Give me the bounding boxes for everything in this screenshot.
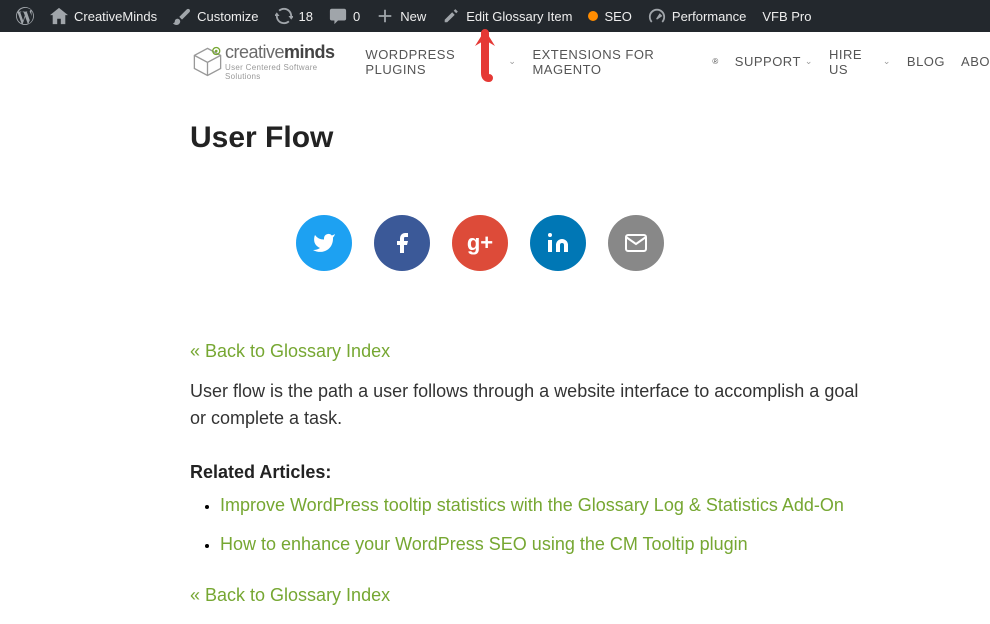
- back-to-index-bottom[interactable]: « Back to Glossary Index: [190, 585, 870, 606]
- nav-blog[interactable]: BLOG: [907, 47, 945, 77]
- page-title: User Flow: [190, 121, 870, 155]
- logo-text: creativeminds: [225, 42, 345, 63]
- facebook-icon: [390, 231, 414, 255]
- related-link[interactable]: How to enhance your WordPress SEO using …: [220, 534, 748, 554]
- share-facebook-button[interactable]: [374, 215, 430, 271]
- nav-support[interactable]: SUPPORT ⌄: [735, 47, 813, 77]
- share-email-button[interactable]: [608, 215, 664, 271]
- refresh-icon: [275, 7, 293, 25]
- main-nav: WORDPRESS PLUGINS ⌄ EXTENSIONS FOR MAGEN…: [365, 47, 990, 77]
- customize-item[interactable]: Customize: [165, 0, 266, 32]
- content-area: User Flow g+ « Back to Glossary Index Us…: [0, 91, 900, 606]
- wordpress-icon: [16, 7, 34, 25]
- nav-about[interactable]: ABO: [961, 47, 990, 77]
- share-googleplus-button[interactable]: g+: [452, 215, 508, 271]
- nav-plugins[interactable]: WORDPRESS PLUGINS ⌄: [365, 47, 516, 77]
- pencil-icon: [442, 7, 460, 25]
- comment-icon: [329, 7, 347, 25]
- wp-logo-item[interactable]: [8, 0, 42, 32]
- chevron-down-icon: ⌄: [508, 56, 516, 67]
- wp-admin-bar: CreativeMinds Customize 18 0 New Edit Gl…: [0, 0, 990, 32]
- social-share-row: g+: [90, 215, 870, 271]
- related-list: Improve WordPress tooltip statistics wit…: [190, 495, 870, 555]
- list-item: Improve WordPress tooltip statistics wit…: [220, 495, 870, 516]
- glossary-description: User flow is the path a user follows thr…: [190, 378, 870, 432]
- logo-cube-icon: [190, 44, 225, 79]
- related-heading: Related Articles:: [190, 462, 870, 483]
- vfb-item[interactable]: VFB Pro: [754, 0, 819, 32]
- edit-glossary-label: Edit Glossary Item: [466, 9, 572, 24]
- logo[interactable]: creativeminds User Centered Software Sol…: [190, 42, 345, 81]
- home-icon: [50, 7, 68, 25]
- share-linkedin-button[interactable]: [530, 215, 586, 271]
- gauge-icon: [648, 7, 666, 25]
- vfb-label: VFB Pro: [762, 9, 811, 24]
- new-item[interactable]: New: [368, 0, 434, 32]
- list-item: How to enhance your WordPress SEO using …: [220, 534, 870, 555]
- performance-item[interactable]: Performance: [640, 0, 754, 32]
- nav-magento[interactable]: EXTENSIONS FOR MAGENTO®: [532, 47, 718, 77]
- customize-label: Customize: [197, 9, 258, 24]
- twitter-icon: [312, 231, 336, 255]
- linkedin-icon: [546, 231, 570, 255]
- comments-item[interactable]: 0: [321, 0, 368, 32]
- comments-count: 0: [353, 9, 360, 24]
- share-twitter-button[interactable]: [296, 215, 352, 271]
- site-header: creativeminds User Centered Software Sol…: [0, 32, 990, 91]
- related-link[interactable]: Improve WordPress tooltip statistics wit…: [220, 495, 844, 515]
- seo-item[interactable]: SEO: [580, 0, 639, 32]
- new-label: New: [400, 9, 426, 24]
- plus-icon: [376, 7, 394, 25]
- site-name-label: CreativeMinds: [74, 9, 157, 24]
- edit-glossary-item[interactable]: Edit Glossary Item: [434, 0, 580, 32]
- back-to-index-top[interactable]: « Back to Glossary Index: [190, 341, 870, 362]
- nav-hire[interactable]: HIRE US ⌄: [829, 47, 891, 77]
- chevron-down-icon: ⌄: [805, 56, 813, 67]
- performance-label: Performance: [672, 9, 746, 24]
- googleplus-icon: g+: [467, 230, 493, 256]
- seo-label: SEO: [604, 9, 631, 24]
- site-name-item[interactable]: CreativeMinds: [42, 0, 165, 32]
- updates-count: 18: [299, 9, 313, 24]
- updates-item[interactable]: 18: [267, 0, 321, 32]
- logo-tagline: User Centered Software Solutions: [225, 63, 345, 81]
- seo-dot-icon: [588, 11, 598, 21]
- brush-icon: [173, 7, 191, 25]
- chevron-down-icon: ⌄: [883, 56, 891, 67]
- email-icon: [624, 231, 648, 255]
